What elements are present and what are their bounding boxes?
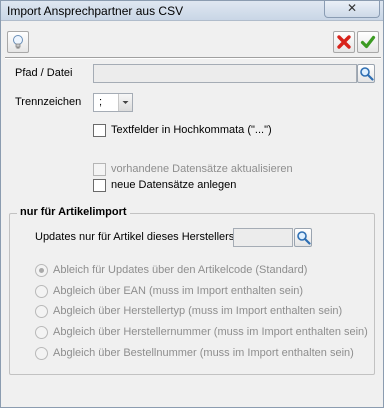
radio-selected-dot <box>39 268 44 273</box>
update-existing-label: vorhandene Datensätze aktualisieren <box>111 163 293 175</box>
close-button[interactable]: ✕ <box>324 1 380 18</box>
tip-button[interactable] <box>7 31 29 53</box>
path-label: Pfad / Datei <box>15 67 73 79</box>
red-x-icon <box>337 35 351 49</box>
radio-option-bestellnummer[interactable] <box>35 347 48 360</box>
radio-option-ean[interactable] <box>35 285 48 298</box>
close-icon: ✕ <box>346 1 358 15</box>
ok-button[interactable] <box>357 31 379 53</box>
separator-select[interactable]: ; <box>93 93 133 112</box>
option-ean-label: Abgleich über EAN (muss im Import enthal… <box>53 285 304 297</box>
quoted-fields-label: Textfelder in Hochkommata ("...") <box>111 124 272 136</box>
update-existing-checkbox[interactable] <box>93 163 106 176</box>
cancel-button[interactable] <box>333 31 355 53</box>
option-bestellnummer-label: Abgleich über Bestellnummer (muss im Imp… <box>53 347 354 359</box>
quoted-fields-checkbox[interactable] <box>93 124 106 137</box>
title-bar: Import Ansprechpartner aus CSV ✕ <box>1 1 383 21</box>
option-artikelcode-label: Ableich für Updates über den Artikelcode… <box>53 264 308 276</box>
window-title: Import Ansprechpartner aus CSV <box>7 4 184 18</box>
separator-label: Trennzeichen <box>15 96 82 108</box>
import-dialog: Import Ansprechpartner aus CSV ✕ Pfad / … <box>0 0 384 408</box>
create-new-label: neue Datensätze anlegen <box>111 179 237 191</box>
toolbar <box>3 25 381 59</box>
magnifier-icon <box>297 231 311 245</box>
chevron-down-icon[interactable] <box>118 94 132 111</box>
toolbar-divider <box>5 57 381 59</box>
lightbulb-icon <box>13 35 23 49</box>
radio-option-herstellernummer[interactable] <box>35 326 48 339</box>
create-new-checkbox[interactable] <box>93 179 106 192</box>
manufacturer-input[interactable] <box>233 228 293 247</box>
browse-manufacturer-button[interactable] <box>294 228 312 247</box>
option-herstellertyp-label: Abgleich über Herstellertyp (muss im Imp… <box>53 305 343 317</box>
radio-option-artikelcode[interactable] <box>35 264 48 277</box>
green-check-icon <box>360 35 376 49</box>
option-herstellernummer-label: Abgleich über Herstellernummer (muss im … <box>53 326 368 338</box>
path-input[interactable] <box>93 64 357 83</box>
magnifier-icon <box>360 67 374 81</box>
article-import-title: nur für Artikelimport <box>17 206 130 218</box>
manufacturer-label: Updates nur für Artikel dieses Herstelle… <box>35 231 235 243</box>
browse-path-button[interactable] <box>357 64 375 83</box>
radio-option-herstellertyp[interactable] <box>35 305 48 318</box>
separator-value: ; <box>99 96 103 108</box>
